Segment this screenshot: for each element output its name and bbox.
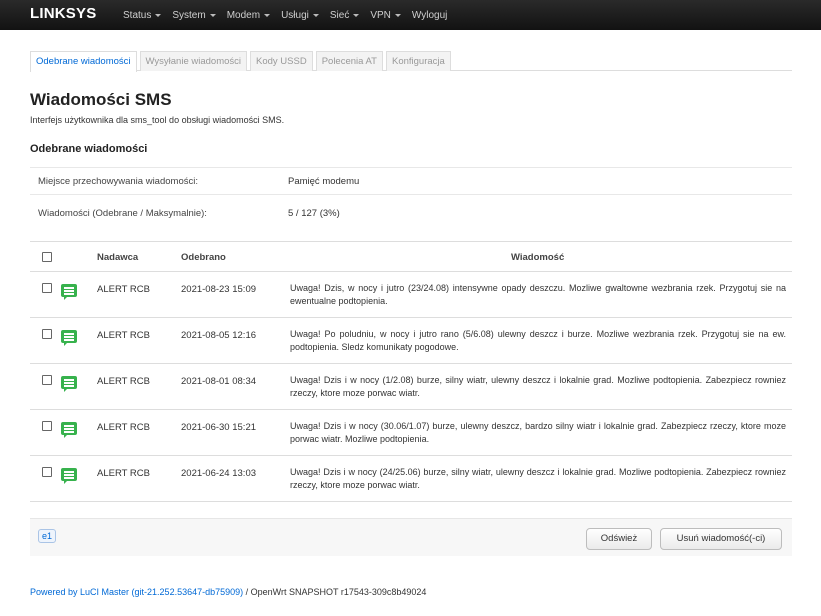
row-checkbox[interactable] xyxy=(42,283,52,293)
cell-sender: ALERT RCB xyxy=(97,284,150,295)
message-icon xyxy=(61,468,77,484)
count-label: Wiadomości (Odebrane / Maksymalnie): xyxy=(38,207,207,219)
row-checkbox[interactable] xyxy=(42,421,52,431)
tab-send-messages[interactable]: Wysyłanie wiadomości xyxy=(139,51,248,71)
menu-label: Modem xyxy=(226,9,261,21)
menu-label: Usługi xyxy=(281,9,309,21)
menu-status[interactable]: Status xyxy=(123,9,162,21)
info-row-count: Wiadomości (Odebrane / Maksymalnie): 5 /… xyxy=(30,199,792,227)
table-row: ALERT RCB 2021-08-05 12:16 Uwaga! Po pol… xyxy=(30,318,792,364)
caret-down-icon xyxy=(209,14,216,17)
cell-date: 2021-08-01 08:34 xyxy=(181,376,257,387)
table-row: ALERT RCB 2021-08-01 08:34 Uwaga! Dzis i… xyxy=(30,364,792,410)
cell-message: Uwaga! Dzis i w nocy (30.06/1.07) burze,… xyxy=(290,421,786,444)
cell-date: 2021-06-30 15:21 xyxy=(181,422,257,433)
cell-date: 2021-08-23 15:09 xyxy=(181,284,257,295)
caret-down-icon xyxy=(264,14,271,17)
menu-vpn[interactable]: VPN xyxy=(370,10,401,21)
page-footer: Powered by LuCI Master (git-21.252.53647… xyxy=(30,587,426,597)
menu-label: Sieć xyxy=(329,9,350,21)
message-icon xyxy=(61,330,77,346)
top-navbar: LINKSYS Status System Modem Usługi Sieć … xyxy=(0,0,821,30)
table-row: ALERT RCB 2021-08-23 15:09 Uwaga! Dzis, … xyxy=(30,272,792,318)
table-row: ALERT RCB 2021-06-24 13:03 Uwaga! Dzis i… xyxy=(30,456,792,502)
modem-badge: e1 xyxy=(38,529,57,543)
menu-label: VPN xyxy=(370,9,391,21)
select-all-checkbox[interactable] xyxy=(42,252,52,262)
message-icon xyxy=(61,422,77,438)
header-sender: Nadawca xyxy=(97,252,139,263)
tab-received-messages[interactable]: Odebrane wiadomości xyxy=(30,51,137,72)
delete-messages-button[interactable]: Usuń wiadomość(-ci) xyxy=(660,528,782,550)
luci-version-link[interactable]: Powered by LuCI Master (git-21.252.53647… xyxy=(30,587,243,597)
caret-down-icon xyxy=(353,14,360,17)
menu-logout[interactable]: Wyloguj xyxy=(412,10,447,21)
cell-message: Uwaga! Dzis i w nocy (1/2.08) burze, sil… xyxy=(290,375,786,398)
cell-message: Uwaga! Po poludniu, w nocy i jutro rano … xyxy=(290,329,786,352)
cell-message: Uwaga! Dzis, w nocy i jutro (23/24.08) i… xyxy=(290,283,786,306)
messages-table: Nadawca Odebrano Wiadomość ALERT RCB 202… xyxy=(30,241,792,502)
cell-message: Uwaga! Dzis i w nocy (24/25.06) burze, s… xyxy=(290,467,786,490)
cell-date: 2021-08-05 12:16 xyxy=(181,330,257,341)
message-icon xyxy=(61,284,77,300)
row-checkbox[interactable] xyxy=(42,329,52,339)
menu-label: Status xyxy=(123,9,152,21)
storage-label: Miejsce przechowywania wiadomości: xyxy=(38,175,198,187)
caret-down-icon xyxy=(312,14,319,17)
menu-services[interactable]: Usługi xyxy=(281,10,319,21)
menu-label: System xyxy=(172,9,206,21)
menu-network[interactable]: Sieć xyxy=(329,9,360,21)
cell-sender: ALERT RCB xyxy=(97,330,150,341)
storage-value: Pamięć modemu xyxy=(288,175,360,187)
page-title: Wiadomości SMS xyxy=(30,90,172,109)
cell-sender: ALERT RCB xyxy=(97,422,150,433)
caret-down-icon xyxy=(394,14,401,17)
main-menu: Status System Modem Usługi Sieć VPN Wylo… xyxy=(123,0,458,30)
header-message: Wiadomość xyxy=(511,252,565,263)
tab-configuration[interactable]: Konfiguracja xyxy=(385,51,451,71)
count-value: 5 / 127 (3%) xyxy=(288,207,340,219)
info-row-storage: Miejsce przechowywania wiadomości: Pamię… xyxy=(30,167,792,195)
cell-sender: ALERT RCB xyxy=(97,376,150,387)
table-row: ALERT RCB 2021-06-30 15:21 Uwaga! Dzis i… xyxy=(30,410,792,456)
header-received: Odebrano xyxy=(181,252,226,263)
row-checkbox[interactable] xyxy=(42,375,52,385)
page-description: Interfejs użytkownika dla sms_tool do ob… xyxy=(30,115,285,125)
tab-bar: Odebrane wiadomości Wysyłanie wiadomości… xyxy=(30,51,792,72)
cell-sender: ALERT RCB xyxy=(97,468,150,479)
message-icon xyxy=(61,376,77,392)
menu-label: Wyloguj xyxy=(411,9,448,21)
section-title: Odebrane wiadomości xyxy=(30,143,148,155)
tab-ussd-codes[interactable]: Kody USSD xyxy=(250,51,313,71)
caret-down-icon xyxy=(155,14,162,17)
action-toolbar: e1 Odśwież Usuń wiadomość(-ci) xyxy=(30,518,792,556)
menu-system[interactable]: System xyxy=(172,9,216,21)
brand-logo[interactable]: LINKSYS xyxy=(30,5,96,22)
tab-at-commands[interactable]: Polecenia AT xyxy=(315,51,383,71)
openwrt-version-text: / OpenWrt SNAPSHOT r17543-309c8b49024 xyxy=(243,587,427,597)
cell-date: 2021-06-24 13:03 xyxy=(181,468,257,479)
refresh-button[interactable]: Odśwież xyxy=(586,528,652,550)
row-checkbox[interactable] xyxy=(42,467,52,477)
table-header: Nadawca Odebrano Wiadomość xyxy=(30,241,792,272)
menu-modem[interactable]: Modem xyxy=(226,9,271,21)
